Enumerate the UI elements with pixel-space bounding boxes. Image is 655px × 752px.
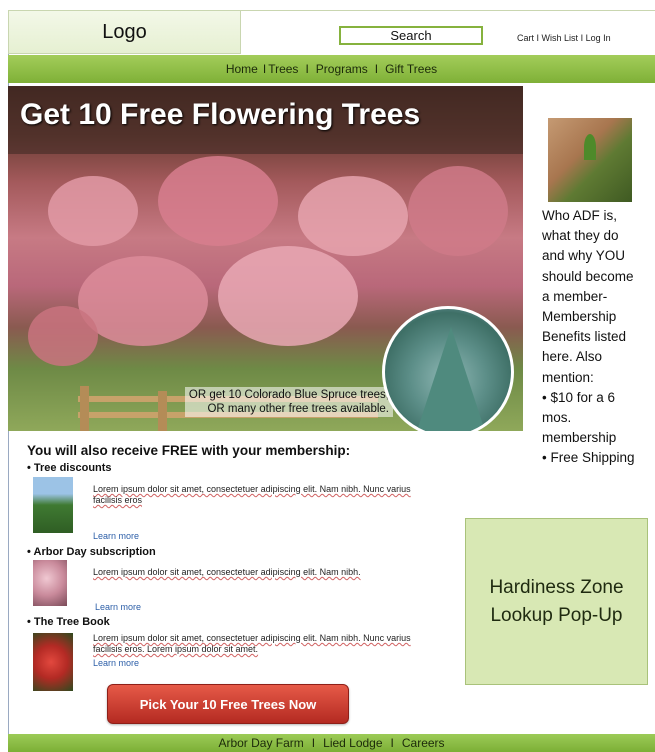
nav-separator: I	[305, 62, 309, 76]
sidebar-line: membership	[542, 430, 617, 446]
hero-caption-line: OR many other free trees available.	[207, 403, 389, 415]
nav-item-programs[interactable]: Programs	[316, 62, 368, 76]
sidebar-line: Benefits listed	[542, 329, 627, 345]
benefit-description: Lorem ipsum dolor sit amet, consectetuer…	[93, 633, 411, 654]
wish-list-link[interactable]: Wish List	[542, 33, 579, 43]
hero-banner[interactable]: Get 10 Free Flowering Trees OR get 10 Co…	[8, 86, 523, 431]
tree-book-image	[33, 633, 73, 691]
blossom-cluster	[28, 306, 98, 366]
blossom-cluster	[298, 176, 408, 256]
search-input[interactable]: Search	[339, 26, 483, 45]
blossom-cluster	[408, 166, 508, 256]
benefit-title: • The Tree Book	[27, 616, 110, 628]
sidebar-line: Membership	[542, 309, 617, 325]
log-in-link[interactable]: Log In	[586, 33, 611, 43]
sidebar-line: what they do	[542, 228, 619, 244]
footer-nav: Arbor Day Farm I Lied Lodge I Careers	[8, 734, 655, 752]
hands-planting-image	[548, 118, 632, 202]
hardiness-label-line: Hardiness Zone	[489, 576, 624, 598]
pick-trees-label: Pick Your 10 Free Trees Now	[139, 696, 317, 712]
hero-title: Get 10 Free Flowering Trees	[20, 98, 421, 131]
nav-separator: I	[374, 62, 379, 76]
arbor-day-magazine-image	[33, 560, 67, 606]
sidebar-line: • $10 for a 6	[542, 389, 616, 405]
hero-caption: OR get 10 Colorado Blue Spruce trees, OR…	[184, 387, 393, 417]
hardiness-label-line: Lookup Pop-Up	[490, 604, 623, 626]
hardiness-zone-popup-button[interactable]: Hardiness Zone Lookup Pop-Up	[465, 518, 648, 685]
logo[interactable]: Logo	[8, 10, 241, 54]
blossom-cluster	[158, 156, 278, 246]
sidebar-line: and why YOU	[542, 248, 626, 264]
membership-heading: You will also receive FREE with your mem…	[27, 443, 351, 458]
sidebar-line: a member-	[542, 288, 608, 304]
cart-link[interactable]: Cart	[517, 33, 534, 43]
blue-spruce-image	[382, 306, 514, 431]
main-nav: Home I Trees I Programs I Gift Trees	[8, 55, 655, 83]
logo-text: Logo	[102, 20, 147, 43]
footer-link-arbor-day-farm[interactable]: Arbor Day Farm	[218, 736, 303, 750]
nav-separator: I	[262, 62, 267, 76]
benefit-description: Lorem ipsum dolor sit amet, consectetuer…	[93, 567, 361, 577]
about-membership-text: Who ADF is, what they do and why YOU sho…	[542, 206, 652, 469]
spruce-shape	[415, 327, 487, 431]
seedling-shape	[584, 134, 596, 160]
benefit-title: • Arbor Day subscription	[27, 546, 156, 558]
nav-item-trees[interactable]: Trees	[268, 62, 298, 76]
sidebar-line: • Free Shipping	[542, 450, 635, 466]
benefit-title: • Tree discounts	[27, 462, 112, 474]
footer-link-careers[interactable]: Careers	[402, 736, 445, 750]
blossom-cluster	[218, 246, 358, 346]
sidebar-line: mos.	[542, 410, 572, 426]
blossom-cluster	[48, 176, 138, 246]
sidebar-line: mention:	[542, 369, 594, 385]
account-links: Cart I Wish List I Log In	[517, 33, 611, 43]
tree-discount-image	[33, 477, 73, 533]
pick-trees-button[interactable]: Pick Your 10 Free Trees Now	[107, 684, 349, 724]
search-label: Search	[390, 28, 432, 43]
learn-more-link[interactable]: Learn more	[93, 658, 139, 668]
footer-link-lied-lodge[interactable]: Lied Lodge	[323, 736, 382, 750]
sidebar-line: should become	[542, 268, 634, 284]
learn-more-link[interactable]: Learn more	[93, 531, 139, 541]
sidebar-line: Who ADF is,	[542, 208, 618, 223]
hero-caption-line: OR get 10 Colorado Blue Spruce trees,	[188, 389, 389, 401]
learn-more-link[interactable]: Learn more	[95, 602, 141, 612]
fence-post	[80, 386, 89, 431]
footer-separator: I	[390, 736, 394, 750]
benefit-description: Lorem ipsum dolor sit amet, consectetuer…	[93, 484, 411, 505]
nav-item-gift-trees[interactable]: Gift Trees	[385, 62, 437, 76]
fence-post	[158, 391, 167, 431]
footer-separator: I	[311, 736, 316, 750]
nav-item-home[interactable]: Home	[226, 62, 258, 76]
sidebar-line: here. Also	[542, 349, 603, 365]
